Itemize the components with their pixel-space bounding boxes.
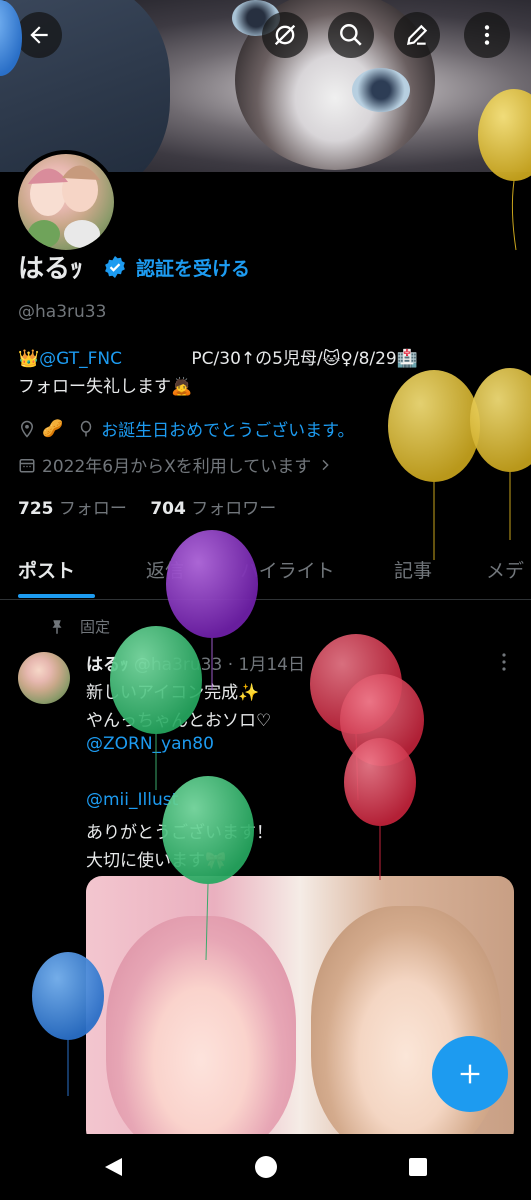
balloon-red-3 xyxy=(344,738,416,826)
plus-icon xyxy=(460,1064,480,1084)
back-triangle-icon[interactable] xyxy=(102,1156,124,1178)
balloon-green-2 xyxy=(162,776,254,884)
balloon-yellow-1 xyxy=(478,89,531,181)
recents-square-icon[interactable] xyxy=(408,1157,428,1177)
balloon-purple xyxy=(166,530,258,638)
birthday-balloons xyxy=(0,0,531,1096)
compose-fab-button[interactable] xyxy=(432,1036,508,1112)
home-circle-icon[interactable] xyxy=(254,1155,278,1179)
balloon-green-1 xyxy=(110,626,202,734)
system-navigation-bar xyxy=(0,1134,531,1200)
balloon-blue-top xyxy=(0,0,22,76)
balloon-yellow-3 xyxy=(470,368,531,472)
balloon-yellow-2 xyxy=(388,370,480,482)
balloon-blue-bottom xyxy=(32,952,104,1040)
